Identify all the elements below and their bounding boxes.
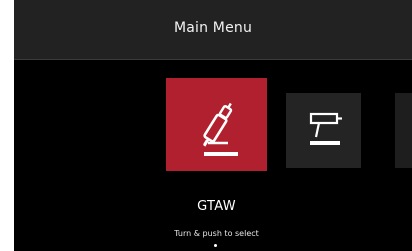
display: Main Menu GTAW Turn & push to select: [14, 0, 412, 251]
tig-torch-icon: [203, 102, 238, 156]
page-title: Main Menu: [173, 20, 253, 36]
scroll-indicator-dot: [214, 244, 217, 247]
screen: Main Menu GTAW Turn & push to select: [0, 0, 412, 251]
turn-push-hint: Turn & push to select: [174, 229, 259, 238]
selected-item-label: GTAW: [197, 199, 236, 214]
menu-item-stick[interactable]: [286, 93, 361, 168]
menu-item-next-partial[interactable]: [395, 93, 412, 168]
menu-item-gtaw[interactable]: [166, 78, 267, 171]
header-bar: Main Menu: [14, 0, 412, 60]
stick-electrode-holder-icon: [309, 112, 342, 145]
